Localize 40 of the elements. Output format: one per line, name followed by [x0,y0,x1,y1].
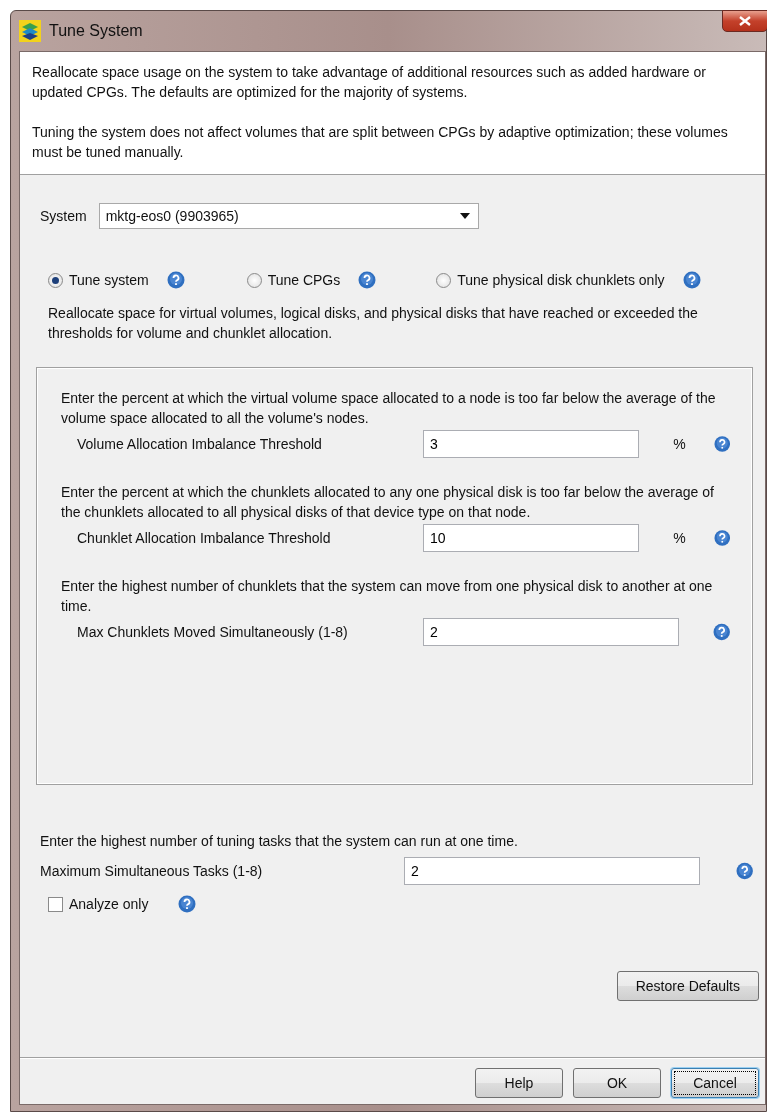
threshold-label: Volume Allocation Imbalance Threshold [77,436,323,452]
help-icon[interactable] [713,435,730,453]
tasks-description: Enter the highest number of tuning tasks that the system can run at one time. [40,832,519,851]
help-icon[interactable] [682,271,701,289]
system-label: System [40,208,87,224]
tasks-field[interactable]: 2 [404,857,701,885]
help-icon[interactable] [735,862,753,880]
threshold-description: Enter the highest number of chunklets that the system can move from one physical disk to another at one time. [61,577,714,616]
tasks-label: Maximum Simultaneous Tasks (1-8) [40,863,264,879]
percent-unit: % [673,530,687,546]
threshold-field[interactable]: 3 [423,430,639,458]
threshold-field[interactable]: 10 [423,524,639,552]
dialog-button[interactable]: Help [475,1068,563,1098]
percent-unit: % [673,436,687,452]
threshold-label: Max Chunklets Moved Simultaneously (1-8) [77,624,349,640]
analyze-only-checkbox[interactable]: Analyze only [48,896,149,912]
help-icon[interactable] [178,895,197,913]
mode-radio[interactable]: Tune system [48,272,149,288]
threshold-description: Enter the percent at which the chunklets allocated to any one physical disk is too far below the average of the chunklets allocated to all physical disks of that device type on that node. [61,483,715,522]
help-icon[interactable] [166,271,185,289]
dropdown-arrow-icon [459,213,470,219]
help-icon[interactable] [358,271,377,289]
threshold-label: Chunklet Allocation Imbalance Threshold [77,530,332,546]
dialog-button[interactable]: OK [573,1068,661,1098]
system-dropdown[interactable]: mktg-eos0 (9903965) [98,203,479,229]
threshold-description: Enter the percent at which the virtual volume space allocated to a node is too far below the average of the volume space allocated to all the volume's nodes. [61,389,717,428]
mode-radio[interactable]: Tune CPGs [246,272,341,288]
help-icon[interactable] [712,623,730,641]
help-icon[interactable] [713,529,730,547]
app-logo-icon [19,20,41,42]
close-button[interactable] [722,10,767,32]
dialog-button[interactable]: Cancel [671,1068,759,1098]
threshold-field[interactable]: 2 [423,618,679,646]
intro-text: Reallocate space usage on the system to take advantage of additional resources such as added hardware or updated CPGs. The defaults are optimized for the majority of systems. [32,63,707,102]
restore-defaults-button[interactable]: Restore Defaults [616,971,759,1001]
mode-radio[interactable]: Tune physical disk chunklets only [436,272,665,288]
intro-text: Tuning the system does not affect volumes that are split between CPGs by adaptive optimization; these volumes must be tuned manually. [32,123,729,162]
close-icon [739,16,751,26]
window-title: Tune System [49,22,143,40]
mode-description: Reallocate space for virtual volumes, logical disks, and physical disks that have reached or exceeded the thresholds for volume and chunklet allocation. [48,304,699,343]
